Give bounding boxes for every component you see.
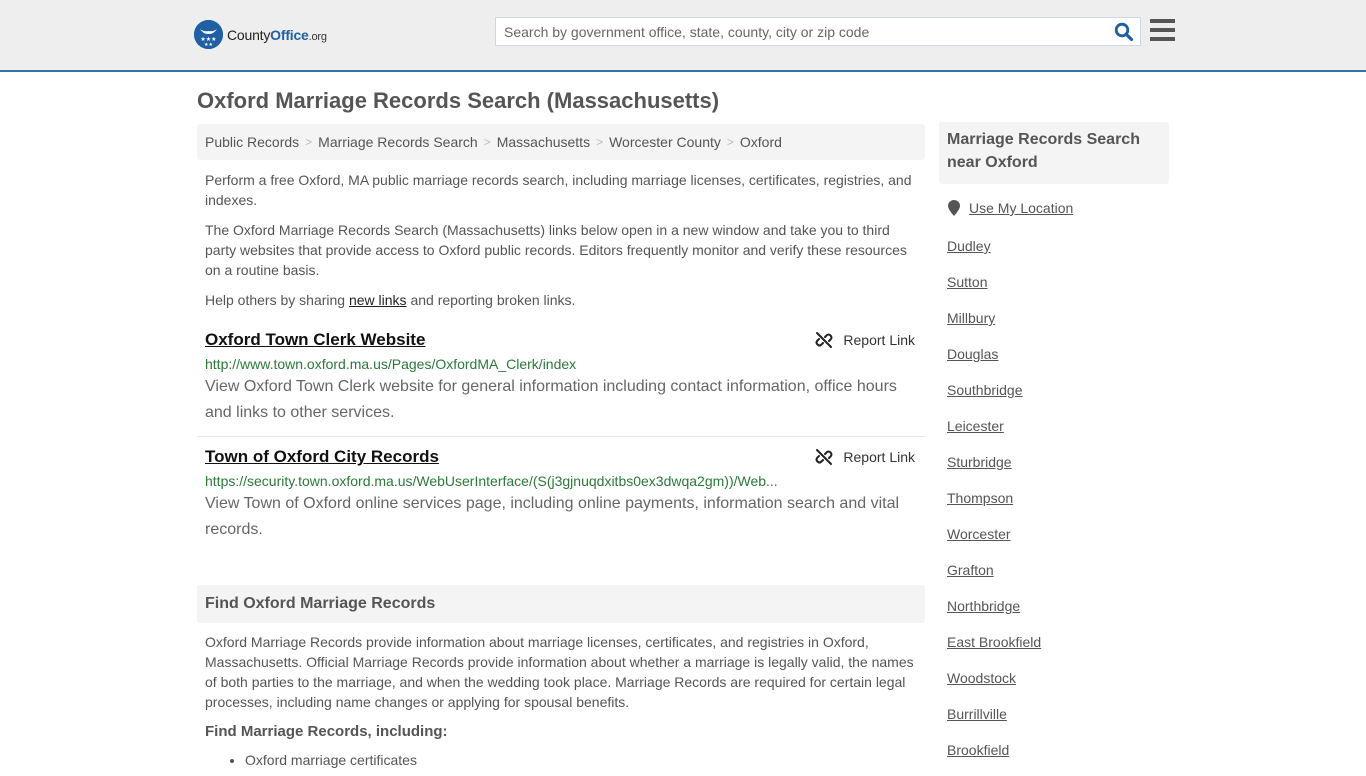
eagle-stars-logo-icon: ★★★ ★★ bbox=[194, 20, 223, 49]
breadcrumb-worcester-county[interactable]: Worcester County bbox=[609, 134, 721, 150]
breadcrumb-massachusetts[interactable]: Massachusetts bbox=[497, 134, 590, 150]
breadcrumb-oxford[interactable]: Oxford bbox=[740, 134, 782, 150]
logo-office: Office bbox=[270, 26, 309, 43]
result-description: View Town of Oxford online services page… bbox=[205, 495, 900, 538]
nearby-place-item: Worcester bbox=[947, 524, 1041, 560]
hamburger-icon-bar bbox=[1150, 28, 1175, 32]
nearby-place-item: Northbridge bbox=[947, 596, 1041, 632]
search-box bbox=[495, 17, 1141, 46]
nearby-place-item: Thompson bbox=[947, 488, 1041, 524]
breadcrumb: Public Records > Marriage Records Search… bbox=[197, 124, 925, 160]
nearby-place-link[interactable]: Woodstock bbox=[947, 670, 1016, 686]
breadcrumb-separator: > bbox=[726, 135, 734, 149]
nearby-place-item: Brookfield bbox=[947, 740, 1041, 776]
intro-text: Help others by sharing bbox=[205, 292, 349, 308]
nearby-place-item: East Brookfield bbox=[947, 632, 1041, 668]
use-my-location[interactable]: Use My Location bbox=[948, 200, 1073, 216]
result-title-link[interactable]: Oxford Town Clerk Website bbox=[205, 329, 425, 351]
nearby-place-item: Burrillville bbox=[947, 704, 1041, 740]
nearby-place-link[interactable]: Sutton bbox=[947, 274, 987, 290]
breadcrumb-separator: > bbox=[483, 135, 491, 149]
nearby-places-list: Dudley Sutton Millbury Douglas Southbrid… bbox=[947, 236, 1041, 776]
nearby-place-link[interactable]: Northbridge bbox=[947, 598, 1020, 614]
find-records-list: Oxford marriage certificates bbox=[245, 752, 417, 768]
nearby-place-link[interactable]: Dudley bbox=[947, 238, 991, 254]
hamburger-icon-bar bbox=[1150, 37, 1175, 41]
hamburger-icon-bar bbox=[1150, 19, 1175, 23]
result-item: Oxford Town Clerk Website Report Link ht… bbox=[197, 329, 925, 437]
intro-paragraph-1: Perform a free Oxford, MA public marriag… bbox=[205, 172, 912, 208]
nearby-place-link[interactable]: Douglas bbox=[947, 346, 998, 362]
intro-paragraph-3: Help others by sharing new links and rep… bbox=[205, 290, 920, 310]
logo-tld: .org bbox=[308, 30, 327, 43]
nearby-place-link[interactable]: Sturbridge bbox=[947, 454, 1012, 470]
find-records-subheading: Find Marriage Records, including: bbox=[205, 723, 448, 740]
nearby-place-item: Grafton bbox=[947, 560, 1041, 596]
nearby-place-item: Woodstock bbox=[947, 668, 1041, 704]
report-link-button[interactable]: Report Link bbox=[815, 331, 915, 349]
logo-wordmark: CountyOffice.org bbox=[227, 27, 327, 43]
search-icon bbox=[1114, 22, 1134, 42]
nearby-place-link[interactable]: Grafton bbox=[947, 562, 994, 578]
map-pin-icon bbox=[948, 200, 960, 216]
nearby-place-item: Millbury bbox=[947, 308, 1041, 344]
search-button[interactable] bbox=[1114, 22, 1134, 42]
result-description: View Oxford Town Clerk website for gener… bbox=[205, 378, 897, 421]
nearby-place-item: Douglas bbox=[947, 344, 1041, 380]
menu-button[interactable] bbox=[1150, 19, 1175, 41]
page-title: Oxford Marriage Records Search (Massachu… bbox=[197, 88, 720, 113]
svg-text:★★: ★★ bbox=[204, 42, 213, 48]
intro: Perform a free Oxford, MA public marriag… bbox=[205, 170, 920, 320]
result-item: Town of Oxford City Records Report Link … bbox=[197, 446, 925, 543]
nearby-place-link[interactable]: East Brookfield bbox=[947, 634, 1041, 650]
nearby-place-link[interactable]: Southbridge bbox=[947, 382, 1023, 398]
site-header: ★★★ ★★ CountyOffice.org bbox=[0, 0, 1366, 72]
use-my-location-link[interactable]: Use My Location bbox=[969, 200, 1073, 216]
nearby-place-link[interactable]: Leicester bbox=[947, 418, 1004, 434]
nearby-place-link[interactable]: Thompson bbox=[947, 490, 1013, 506]
report-link-label: Report Link bbox=[843, 332, 915, 348]
site-logo[interactable]: ★★★ ★★ CountyOffice.org bbox=[194, 20, 327, 49]
find-records-heading: Find Oxford Marriage Records bbox=[197, 585, 925, 623]
broken-link-icon bbox=[815, 449, 833, 465]
search-input[interactable] bbox=[504, 18, 1104, 45]
nearby-place-item: Dudley bbox=[947, 236, 1041, 272]
logo-county: County bbox=[227, 26, 271, 43]
find-records-body: Oxford Marriage Records provide informat… bbox=[205, 634, 914, 710]
report-link-label: Report Link bbox=[843, 449, 915, 465]
intro-text: and reporting broken links. bbox=[406, 292, 576, 308]
nearby-place-link[interactable]: Burrillville bbox=[947, 706, 1007, 722]
nearby-place-link[interactable]: Millbury bbox=[947, 310, 995, 326]
nearby-place-link[interactable]: Worcester bbox=[947, 526, 1011, 542]
breadcrumb-public-records[interactable]: Public Records bbox=[205, 134, 299, 150]
nearby-place-item: Sturbridge bbox=[947, 452, 1041, 488]
result-url: http://www.town.oxford.ma.us/Pages/Oxfor… bbox=[205, 356, 577, 372]
find-records-list-item: Oxford marriage certificates bbox=[245, 752, 417, 768]
sidebar-heading: Marriage Records Search near Oxford bbox=[939, 122, 1169, 184]
report-link-button[interactable]: Report Link bbox=[815, 448, 915, 466]
nearby-place-link[interactable]: Brookfield bbox=[947, 742, 1009, 758]
new-links-link[interactable]: new links bbox=[349, 292, 407, 308]
breadcrumb-separator: > bbox=[596, 135, 604, 149]
nearby-place-item: Leicester bbox=[947, 416, 1041, 452]
breadcrumb-marriage-records-search[interactable]: Marriage Records Search bbox=[318, 134, 478, 150]
nearby-place-item: Sutton bbox=[947, 272, 1041, 308]
broken-link-icon bbox=[815, 332, 833, 348]
result-title-link[interactable]: Town of Oxford City Records bbox=[205, 446, 439, 468]
breadcrumb-separator: > bbox=[305, 135, 313, 149]
result-url: https://security.town.oxford.ma.us/WebUs… bbox=[205, 473, 778, 489]
intro-paragraph-2: The Oxford Marriage Records Search (Mass… bbox=[205, 222, 907, 278]
nearby-place-item: Southbridge bbox=[947, 380, 1041, 416]
